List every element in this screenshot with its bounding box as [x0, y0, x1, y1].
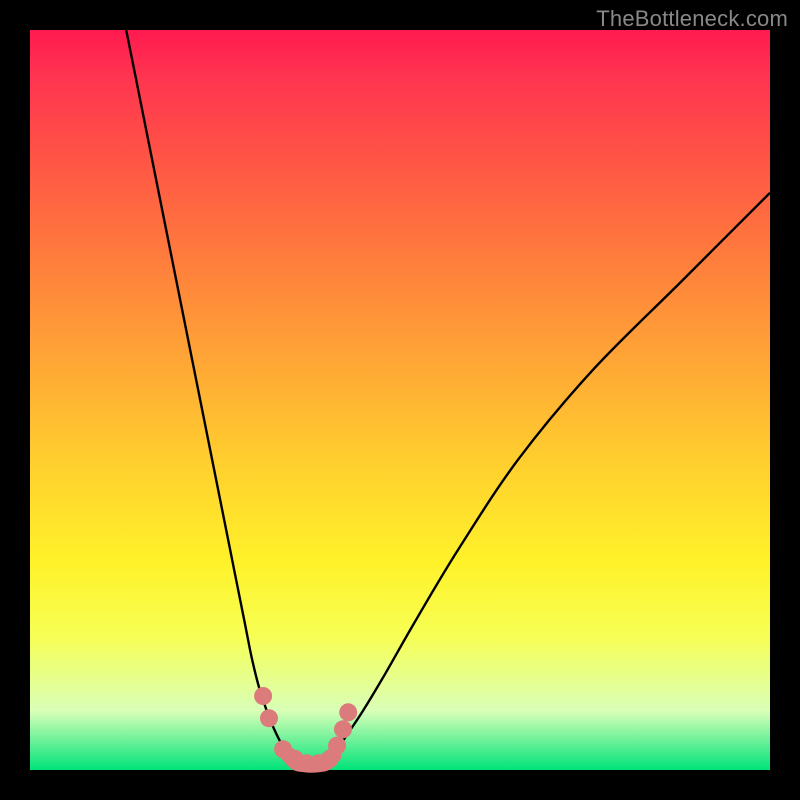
chart-frame: TheBottleneck.com [0, 0, 800, 800]
marker-dot [254, 687, 272, 705]
marker-dot [334, 720, 352, 738]
marker-group [254, 687, 357, 772]
marker-dot [339, 703, 357, 721]
watermark-text: TheBottleneck.com [596, 6, 788, 32]
plot-area [30, 30, 770, 770]
curve-right-path [326, 193, 770, 763]
curve-left-path [126, 30, 296, 763]
curve-layer [30, 30, 770, 770]
marker-dot [328, 737, 346, 755]
marker-dot [260, 709, 278, 727]
